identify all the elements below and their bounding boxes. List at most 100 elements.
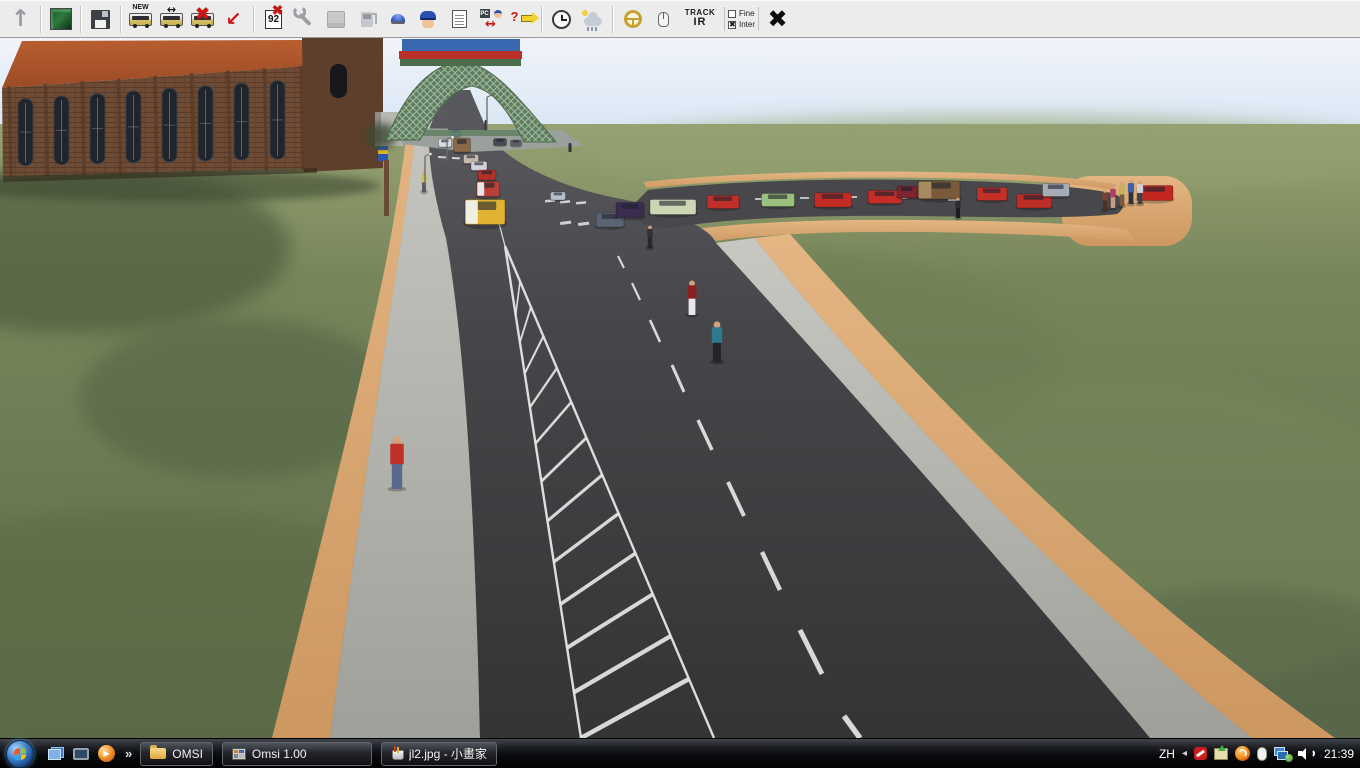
taskbar-button-label: jl2.jpg - 小畫家: [408, 747, 487, 761]
tray-update-icon[interactable]: [1213, 744, 1228, 760]
checkbox-fine-label: Fine: [739, 9, 755, 18]
start-button[interactable]: [6, 739, 34, 768]
quick-launch: ▶: [48, 745, 115, 762]
question-mark: ?: [510, 9, 519, 24]
clock-icon: [552, 9, 571, 29]
vehicle: [492, 138, 508, 148]
emergency-button[interactable]: [382, 4, 413, 35]
sign-yellow-band: [378, 150, 388, 154]
switch-windows-icon[interactable]: [48, 747, 64, 760]
back-up-button[interactable]: ↑: [5, 4, 36, 35]
close-x-icon: ✖: [767, 5, 788, 33]
church-tower-window: [330, 64, 347, 98]
tray-collapse-chevron[interactable]: ◂: [1182, 748, 1187, 759]
vehicle: [1041, 183, 1071, 200]
tray-orange-app-icon[interactable]: [1234, 746, 1250, 761]
close-editor-button[interactable]: ✖: [762, 4, 793, 35]
vehicle: [812, 192, 854, 210]
bus-icon: [160, 12, 183, 28]
pedestrian: [568, 143, 572, 152]
checkbox-row-fine[interactable]: Fine: [728, 9, 755, 18]
quicklaunch-overflow-chevron[interactable]: »: [125, 746, 132, 761]
repair-button[interactable]: [289, 4, 320, 35]
ticket-control-button[interactable]: [413, 4, 444, 35]
police-officer-icon: [420, 10, 437, 28]
rain-icon: [586, 27, 599, 31]
tree-trunk: [384, 160, 389, 216]
vehicle: [452, 137, 472, 155]
network-globe-icon: [1284, 754, 1293, 762]
steering-input-button[interactable]: [617, 4, 648, 35]
yellow-arrow-icon: [520, 12, 539, 24]
vehicle: [705, 195, 741, 212]
new-bus-button[interactable]: NEW: [125, 4, 156, 35]
red-x-overlay-icon: ✖: [271, 2, 284, 19]
ai-traffic-toggle-button[interactable]: 92 ✖: [258, 4, 289, 35]
route-question-icon: ?: [510, 9, 539, 28]
mouse-icon: [658, 11, 669, 27]
vehicle: [475, 181, 501, 200]
weather-cloud-icon: [581, 10, 602, 31]
red-x-overlay-icon: ✖: [194, 3, 211, 25]
language-indicator[interactable]: ZH: [1159, 747, 1175, 761]
vehicle: [477, 169, 497, 182]
vehicle: [915, 180, 963, 203]
checkbox-inter-label: Inter: [739, 20, 756, 29]
seat-swap-button[interactable]: PC ↔: [475, 4, 506, 35]
toolbar-separator: [40, 5, 41, 33]
delete-bus-button[interactable]: ✖: [187, 4, 218, 35]
red-arrow-icon: ↙: [225, 8, 242, 30]
disabled-tool-button[interactable]: [320, 4, 351, 35]
tower-blue-band: [402, 39, 520, 51]
desktop-screen: ↑ NEW ↔ ✖ ↙ 92 ✖ PC ↔ ? TRACK IR Fine ✖ …: [0, 0, 1360, 768]
weather-settings-button[interactable]: [577, 4, 608, 35]
app-window-icon: [231, 747, 246, 760]
vehicle: [647, 199, 699, 218]
trackir-label: TRACK IR: [684, 8, 716, 29]
tray-red-app-icon[interactable]: [1193, 747, 1207, 760]
move-bus-button[interactable]: ↔: [156, 4, 187, 35]
time-settings-button[interactable]: [546, 4, 577, 35]
bus-icon: [129, 12, 152, 28]
taskbar-button-paint[interactable]: jl2.jpg - 小畫家: [380, 741, 497, 766]
tray-mouse-icon[interactable]: [1256, 746, 1267, 761]
mouse-input-button[interactable]: [648, 4, 679, 35]
vehicle: [896, 185, 918, 201]
map-view-button[interactable]: [45, 4, 76, 35]
toolbar-separator: [612, 5, 613, 33]
clock-time: 21:39: [1323, 746, 1354, 761]
steering-wheel-icon: [623, 10, 642, 28]
pc-swap-icon: PC ↔: [479, 9, 503, 31]
volume-icon[interactable]: [1297, 747, 1315, 760]
checkbox-inter[interactable]: [728, 20, 736, 29]
vehicle: [509, 139, 523, 148]
save-button[interactable]: [85, 4, 116, 35]
select-object-button[interactable]: ↙: [218, 4, 249, 35]
checkbox-fine[interactable]: [728, 9, 736, 18]
scene-3d-viewport[interactable]: [0, 38, 1360, 738]
view-options-group: Fine Inter: [724, 7, 760, 31]
network-icon[interactable]: [1273, 747, 1293, 762]
map-icon: [49, 8, 72, 30]
trackir-button[interactable]: TRACK IR: [679, 4, 721, 35]
church-building: [0, 38, 383, 202]
taskbar-button-label: Omsi 1.00: [251, 746, 307, 761]
taskbar-button-omsi-folder[interactable]: OMSI: [140, 741, 213, 766]
checkbox-row-inter[interactable]: Inter: [728, 20, 755, 29]
floppy-disk-icon: [91, 9, 110, 29]
show-desktop-icon[interactable]: [73, 747, 89, 760]
taskbar-button-omsi-app[interactable]: Omsi 1.00: [221, 741, 372, 766]
vehicle: [975, 187, 1009, 204]
timetable-button[interactable]: [444, 4, 475, 35]
windows-taskbar: ▶ » OMSI Omsi 1.00 jl2.jpg - 小畫家 ZH ◂ 21…: [0, 738, 1360, 768]
tower-deck: [400, 59, 521, 66]
new-label: NEW: [132, 3, 149, 11]
church-tower: [302, 38, 383, 172]
taskbar-button-label: OMSI: [172, 746, 203, 761]
media-player-icon[interactable]: ▶: [98, 745, 115, 762]
tower-red-band: [399, 51, 522, 59]
volume-wave-icon: [1308, 749, 1315, 758]
windows-flag-icon: [14, 746, 26, 761]
refuel-button[interactable]: [351, 4, 382, 35]
route-help-button[interactable]: ?: [506, 4, 539, 35]
